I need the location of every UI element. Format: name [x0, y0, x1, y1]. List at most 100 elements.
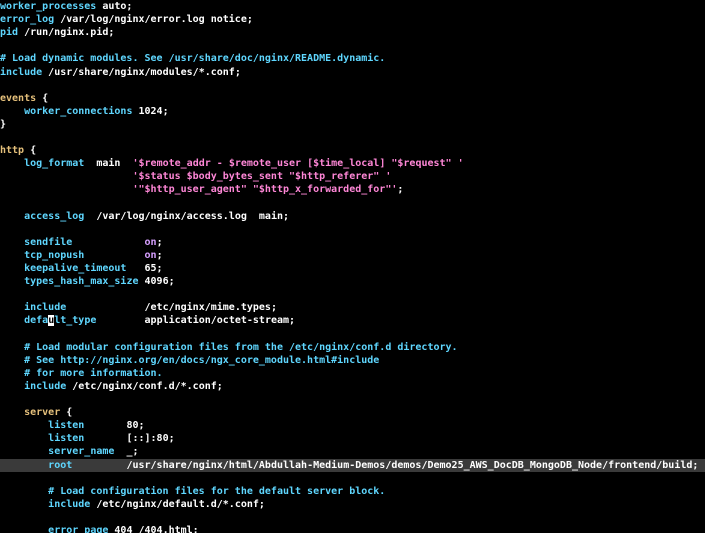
code-token-dir: worker_processes	[0, 1, 97, 12]
code-token-dir: error_page	[48, 525, 109, 533]
code-token-plain: 4096;	[138, 276, 175, 288]
editor-line[interactable]: # Load configuration files for the defau…	[0, 485, 705, 498]
code-token-plain: ;	[156, 236, 163, 248]
editor-line[interactable]: '"$http_user_agent" "$http_x_forwarded_f…	[0, 183, 705, 196]
code-token-plain: /run/nginx.pid;	[18, 27, 115, 39]
code-token-dir: root	[48, 459, 73, 471]
code-token-dir: pid	[0, 27, 19, 39]
code-token-comment: # Load dynamic modules. See /usr/share/d…	[0, 53, 386, 65]
editor-line[interactable]	[0, 472, 705, 485]
code-token-dir: include	[48, 498, 91, 510]
code-token-plain: {	[60, 407, 73, 419]
editor-line[interactable]: events {	[0, 92, 705, 105]
code-token-kw: events	[0, 92, 37, 104]
code-token-plain: /etc/nginx/mime.types;	[66, 302, 277, 314]
code-token-plain: ;	[397, 184, 404, 196]
editor-line[interactable]: listen 80;	[0, 419, 705, 432]
code-token-kw: http	[0, 145, 25, 157]
editor-line[interactable]	[0, 393, 705, 406]
code-token-plain: 1024;	[132, 105, 169, 117]
editor-line[interactable]: http {	[0, 144, 705, 157]
code-token-plain: main	[84, 158, 133, 170]
editor-line[interactable]: include /etc/nginx/default.d/*.conf;	[0, 498, 705, 511]
code-token-plain: {	[24, 145, 37, 157]
editor-line-current[interactable]: root /usr/share/nginx/html/Abdullah-Medi…	[0, 458, 705, 472]
editor-line[interactable]	[0, 511, 705, 524]
terminal-editor[interactable]: worker_processes auto; error_log /var/log…	[0, 0, 705, 533]
editor-line[interactable]: server_name _;	[0, 445, 705, 458]
editor-line[interactable]	[0, 79, 705, 92]
code-token-dir: include	[24, 380, 67, 392]
code-token-str: '$remote_addr - $remote_user [$time_loca…	[132, 158, 464, 170]
editor-line[interactable]: server {	[0, 406, 705, 419]
editor-line[interactable]: worker_connections 1024;	[0, 105, 705, 118]
editor-line[interactable]: # See http://nginx.org/en/docs/ngx_core_…	[0, 354, 705, 367]
code-token-dir: worker_connections	[24, 105, 133, 117]
code-token-dir: types_hash_max_size	[24, 276, 139, 288]
code-token-plain: /etc/nginx/default.d/*.conf;	[90, 498, 265, 510]
editor-line[interactable]: include /etc/nginx/conf.d/*.conf;	[0, 380, 705, 393]
editor-line[interactable]: }	[0, 118, 705, 131]
editor-line[interactable]	[0, 223, 705, 236]
code-token-plain: /etc/nginx/conf.d/*.conf;	[66, 380, 223, 392]
code-token-dir: sendfile	[24, 236, 73, 248]
code-token-dir: log_format	[24, 158, 85, 170]
code-token-plain: 65;	[126, 263, 163, 274]
editor-line[interactable]: include /etc/nginx/mime.types;	[0, 301, 705, 314]
code-token-plain: {	[36, 92, 49, 104]
editor-line[interactable]: types_hash_max_size 4096;	[0, 275, 705, 288]
code-token-comment: # for more information.	[0, 367, 163, 379]
editor-line[interactable]: listen [::]:80;	[0, 432, 705, 445]
code-token-str: '$status $body_bytes_sent "$http_referer…	[132, 171, 392, 183]
editor-line[interactable]: '$status $body_bytes_sent "$http_referer…	[0, 170, 705, 183]
editor-line[interactable]: tcp_nopush on;	[0, 249, 705, 262]
editor-line[interactable]	[0, 328, 705, 341]
editor-line[interactable]: sendfile on;	[0, 236, 705, 249]
editor-line[interactable]: access_log /var/log/nginx/access.log mai…	[0, 210, 705, 223]
code-token-dir: access_log	[24, 210, 85, 222]
code-token-plain: 80;	[84, 420, 145, 432]
editor-line[interactable]	[0, 39, 705, 52]
editor-line[interactable]	[0, 131, 705, 144]
editor-line[interactable]: log_format main '$remote_addr - $remote_…	[0, 157, 705, 170]
editor-line[interactable]: keepalive_timeout 65;	[0, 262, 705, 275]
code-token-val: on	[144, 249, 157, 261]
code-token-dir: tcp_nopush	[24, 249, 85, 261]
code-token-plain: application/octet-stream;	[96, 315, 296, 327]
editor-line[interactable]: # Load modular configuration files from …	[0, 341, 705, 354]
code-token-plain: /usr/share/nginx/html/Abdullah-Medium-De…	[72, 459, 699, 471]
editor-line[interactable]: error_log /var/log/nginx/error.log notic…	[0, 13, 705, 26]
editor-line[interactable]: include /usr/share/nginx/modules/*.conf;	[0, 66, 705, 79]
code-token-kw: server	[24, 407, 61, 419]
code-token-dir: listen	[48, 433, 85, 445]
code-token-comment: # Load configuration files for the defau…	[0, 485, 386, 497]
editor-line[interactable]: error_page 404 /404.html;	[0, 524, 705, 533]
editor-line[interactable]	[0, 288, 705, 301]
code-token-plain: [::]:80;	[84, 433, 175, 445]
code-token-val: on	[144, 236, 157, 248]
editor-line[interactable]: pid /run/nginx.pid;	[0, 26, 705, 39]
code-token-dir: include	[0, 66, 43, 78]
editor-line[interactable]	[0, 197, 705, 210]
editor-line[interactable]: # for more information.	[0, 367, 705, 380]
editor-line[interactable]: default_type application/octet-stream;	[0, 314, 705, 327]
code-token-dir: lt_type	[54, 315, 97, 327]
code-token-dir: defa	[24, 315, 49, 327]
editor-line[interactable]: # Load dynamic modules. See /usr/share/d…	[0, 52, 705, 65]
code-token-comment: # See http://nginx.org/en/docs/ngx_core_…	[0, 354, 380, 366]
code-token-dir: server_name	[48, 446, 115, 458]
editor-line[interactable]: worker_processes auto;	[0, 0, 705, 13]
